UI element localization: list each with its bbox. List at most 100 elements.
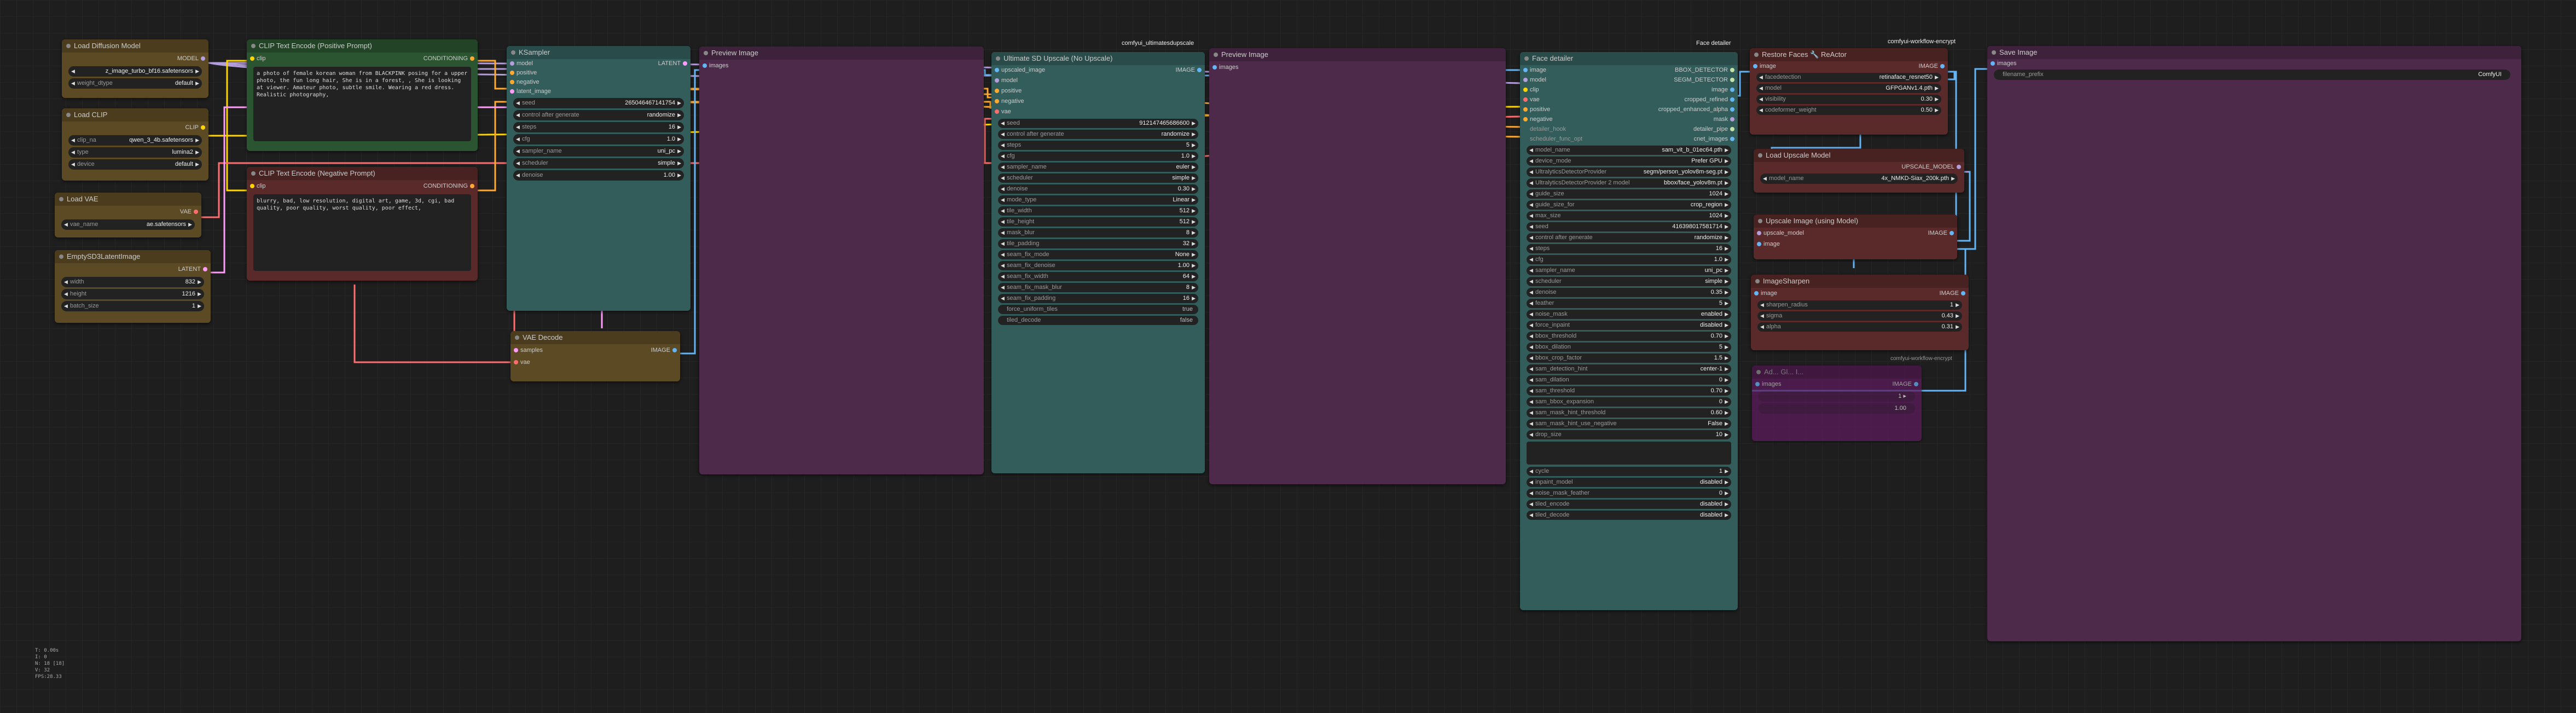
widget-control-after-generate[interactable]: ◀ control after generate randomize ▶ bbox=[998, 130, 1198, 139]
widget-facedetection[interactable]: ◀ facedetection retinaface_resnet50 ▶ bbox=[1756, 73, 1941, 82]
arrow-left-icon[interactable]: ◀ bbox=[1529, 364, 1533, 374]
wildcard-textarea[interactable] bbox=[1527, 442, 1731, 465]
arrow-right-icon[interactable]: ▶ bbox=[1725, 408, 1728, 418]
widget-visibility[interactable]: ◀ visibility 0.30 ▶ bbox=[1756, 95, 1941, 104]
output-slot-latent[interactable] bbox=[203, 267, 207, 271]
toggle-tiled-decode[interactable]: tiled_decode false bbox=[998, 316, 1198, 325]
collapse-dot-icon[interactable] bbox=[66, 113, 71, 117]
arrow-left-icon[interactable]: ◀ bbox=[1529, 500, 1533, 509]
arrow-right-icon[interactable]: ▶ bbox=[195, 78, 199, 89]
widget-tile-padding[interactable]: ◀ tile_padding 32 ▶ bbox=[998, 239, 1198, 248]
node-load-clip[interactable]: Load CLIP CLIP ◀ clip_na qwen_3_4b.safeten… bbox=[62, 108, 208, 181]
arrow-right-icon[interactable]: ▶ bbox=[1725, 364, 1728, 374]
input-slot-image[interactable] bbox=[1757, 242, 1761, 246]
arrow-right-icon[interactable]: ▶ bbox=[1956, 311, 1959, 321]
node-preview-image-2[interactable]: Preview Image images bbox=[1209, 48, 1506, 484]
arrow-right-icon[interactable]: ▶ bbox=[1725, 321, 1728, 330]
input-slot-upscaled-image[interactable] bbox=[995, 68, 999, 72]
node-header[interactable]: Upscale Image (using Model) bbox=[1754, 215, 1957, 228]
arrow-right-icon[interactable]: ▶ bbox=[677, 146, 681, 156]
arrow-left-icon[interactable]: ◀ bbox=[1529, 467, 1533, 476]
arrow-right-icon[interactable]: ▶ bbox=[677, 170, 681, 181]
node-save-image[interactable]: Save Image images filename_prefix ComfyUI bbox=[1987, 46, 2521, 641]
arrow-right-icon[interactable]: ▶ bbox=[198, 277, 201, 287]
widget-seed[interactable]: ◀ seed 416398017581714 ▶ bbox=[1527, 222, 1731, 231]
arrow-left-icon[interactable]: ◀ bbox=[516, 146, 520, 156]
node-load-upscale-model[interactable]: Load Upscale Model UPSCALE_MODEL ◀ model_… bbox=[1754, 149, 1964, 193]
arrow-right-icon[interactable]: ▶ bbox=[1192, 130, 1196, 139]
arrow-left-icon[interactable]: ◀ bbox=[1529, 397, 1533, 407]
prompt-textarea[interactable]: blurry, bad, low resolution, digital art… bbox=[253, 194, 471, 271]
output-slot-detailer-pipe[interactable] bbox=[1730, 127, 1734, 131]
widget-filename-prefix[interactable]: filename_prefix ComfyUI bbox=[1994, 69, 2510, 80]
collapse-dot-icon[interactable] bbox=[1756, 370, 1761, 374]
collapse-dot-icon[interactable] bbox=[1755, 279, 1760, 283]
arrow-left-icon[interactable]: ◀ bbox=[1001, 283, 1005, 292]
arrow-right-icon[interactable]: ▶ bbox=[1725, 419, 1728, 428]
arrow-left-icon[interactable]: ◀ bbox=[64, 277, 68, 287]
input-slot-model[interactable] bbox=[995, 78, 999, 83]
node-restore-faces[interactable]: Restore Faces 🔧 ReActor image IMAGE ◀ face… bbox=[1750, 48, 1948, 135]
collapse-dot-icon[interactable] bbox=[1524, 56, 1529, 61]
widget-feather[interactable]: ◀ feather 5 ▶ bbox=[1527, 299, 1731, 308]
input-slot-negative[interactable] bbox=[995, 99, 999, 103]
arrow-right-icon[interactable]: ▶ bbox=[1725, 277, 1728, 286]
arrow-right-icon[interactable]: ▶ bbox=[1725, 211, 1728, 221]
arrow-right-icon[interactable]: ▶ bbox=[1725, 156, 1728, 166]
arrow-left-icon[interactable]: ◀ bbox=[71, 66, 75, 77]
collapse-dot-icon[interactable] bbox=[515, 335, 519, 340]
widget-steps[interactable]: ◀ steps 5 ▶ bbox=[998, 141, 1198, 150]
arrow-right-icon[interactable]: ▶ bbox=[1935, 84, 1939, 93]
widget-sigma[interactable]: ◀ sigma 0.43 ▶ bbox=[1757, 311, 1962, 321]
widget-scheduler[interactable]: ◀ scheduler simple ▶ bbox=[513, 158, 684, 169]
arrow-left-icon[interactable]: ◀ bbox=[1760, 311, 1764, 321]
widget-tiled-decode[interactable]: ◀ tiled_decode disabled ▶ bbox=[1527, 511, 1731, 520]
widget-sampler-name[interactable]: ◀ sampler_name euler ▶ bbox=[998, 163, 1198, 172]
input-slot-image[interactable] bbox=[1754, 291, 1759, 295]
widget-bbox-threshold[interactable]: ◀ bbox_threshold 0.70 ▶ bbox=[1527, 332, 1731, 341]
arrow-left-icon[interactable]: ◀ bbox=[1529, 167, 1533, 177]
output-slot-image[interactable] bbox=[1961, 291, 1965, 295]
arrow-left-icon[interactable]: ◀ bbox=[1529, 244, 1533, 253]
widget-device[interactable]: ◀ device default ▶ bbox=[68, 159, 202, 170]
arrow-left-icon[interactable]: ◀ bbox=[1759, 73, 1763, 82]
arrow-right-icon[interactable]: ▶ bbox=[188, 219, 192, 230]
node-encrypt-faded[interactable]: Ad... Gl... I... images IMAGE 1 ▸ 1.00 bbox=[1752, 366, 1922, 441]
widget-type[interactable]: ◀ type lumina2 ▶ bbox=[68, 147, 202, 158]
arrow-left-icon[interactable]: ◀ bbox=[516, 110, 520, 120]
arrow-left-icon[interactable]: ◀ bbox=[1529, 343, 1533, 352]
input-slot-positive[interactable] bbox=[1523, 107, 1528, 112]
arrow-left-icon[interactable]: ◀ bbox=[1001, 206, 1005, 216]
input-slot-clip[interactable] bbox=[1523, 88, 1528, 92]
widget-sam-threshold[interactable]: ◀ sam_threshold 0.70 ▶ bbox=[1527, 386, 1731, 396]
output-slot-image[interactable] bbox=[1940, 64, 1945, 68]
input-slot-latent-image[interactable] bbox=[510, 89, 514, 94]
input-slot-samples[interactable] bbox=[514, 348, 518, 352]
arrow-right-icon[interactable]: ▶ bbox=[195, 159, 199, 170]
widget-faded-1[interactable]: 1 ▸ bbox=[1759, 391, 1915, 402]
arrow-left-icon[interactable]: ◀ bbox=[1001, 119, 1005, 128]
output-slot-model[interactable] bbox=[201, 56, 205, 61]
collapse-dot-icon[interactable] bbox=[1758, 153, 1762, 158]
arrow-left-icon[interactable]: ◀ bbox=[1001, 217, 1005, 227]
node-header[interactable]: Preview Image bbox=[699, 47, 984, 60]
output-slot-conditioning[interactable] bbox=[470, 56, 474, 61]
arrow-right-icon[interactable]: ▶ bbox=[1725, 200, 1728, 210]
output-slot-image[interactable] bbox=[1914, 382, 1918, 386]
node-header[interactable]: Preview Image bbox=[1209, 48, 1506, 61]
widget-cfg[interactable]: ◀ cfg 1.0 ▶ bbox=[998, 152, 1198, 161]
widget-cfg[interactable]: ◀ cfg 1.0 ▶ bbox=[513, 134, 684, 144]
node-header[interactable]: Load Diffusion Model bbox=[62, 39, 208, 53]
arrow-right-icon[interactable]: ▶ bbox=[1725, 430, 1728, 439]
widget-steps[interactable]: ◀ steps 16 ▶ bbox=[1527, 244, 1731, 253]
arrow-right-icon[interactable]: ▶ bbox=[1725, 332, 1728, 341]
arrow-left-icon[interactable]: ◀ bbox=[1529, 478, 1533, 487]
arrow-right-icon[interactable]: ▶ bbox=[1192, 250, 1196, 259]
node-clip-text-negative[interactable]: CLIP Text Encode (Negative Prompt) clip C… bbox=[247, 167, 478, 281]
arrow-right-icon[interactable]: ▶ bbox=[1935, 73, 1939, 82]
widget-ultralyticsdetectorprovider-2-model[interactable]: ◀ UltralyticsDetectorProvider 2 model bbox… bbox=[1527, 178, 1731, 188]
widget-seed[interactable]: ◀ seed 912147465686600 ▶ bbox=[998, 119, 1198, 128]
widget-sharpen-radius[interactable]: ◀ sharpen_radius 1 ▶ bbox=[1757, 300, 1962, 310]
widget-sam-mask-hint-use-negative[interactable]: ◀ sam_mask_hint_use_negative False ▶ bbox=[1527, 419, 1731, 428]
widget-noise-mask[interactable]: ◀ noise_mask enabled ▶ bbox=[1527, 310, 1731, 319]
